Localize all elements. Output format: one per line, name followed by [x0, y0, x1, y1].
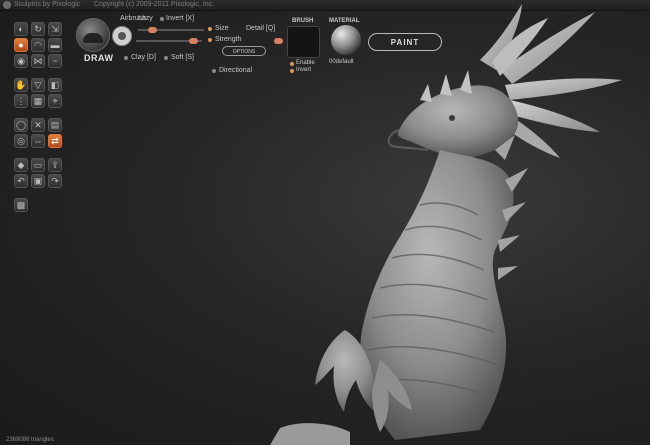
brush-icon[interactable]: ◐	[14, 22, 28, 36]
wireframe-icon[interactable]: ▦	[31, 94, 45, 108]
app-logo-icon	[3, 1, 11, 9]
size-indicator	[208, 27, 212, 31]
reduce-icon[interactable]: ▽	[31, 78, 45, 92]
viewport-sculpt[interactable]	[250, 0, 650, 445]
rotate-icon[interactable]: ↻	[31, 22, 45, 36]
tool-palette: ◐ ↻ ⇲ ● ◠ ▬ ◉ ⋈ ~ ✋ ▽ ◧ ⋮ ▦ ⌖ ◯ ✕ ▤ ◎ ⇔ …	[14, 22, 62, 212]
soft-radio[interactable]	[164, 56, 168, 60]
sculptris-window: Sculptris by Pixologic Copyright (c) 200…	[0, 0, 650, 445]
crease-icon[interactable]: ◠	[31, 38, 45, 52]
brush-name: DRAW	[84, 53, 114, 63]
double-arrow-icon[interactable]: ⇔	[31, 134, 45, 148]
camera-icon[interactable]: ⌖	[48, 94, 62, 108]
strength-indicator	[208, 38, 212, 42]
size-slider-knob[interactable]	[148, 27, 157, 33]
invert-radio[interactable]	[160, 17, 164, 21]
inflate-icon[interactable]: ◉	[14, 54, 28, 68]
size-label: Size	[215, 25, 229, 32]
app-title: Sculptris by Pixologic	[14, 1, 81, 8]
mask-icon[interactable]: ◧	[48, 78, 62, 92]
symmetry-icon[interactable]: ⋮	[14, 94, 28, 108]
directional-radio[interactable]	[212, 69, 216, 73]
cross-icon[interactable]: ✕	[31, 118, 45, 132]
image-icon[interactable]: ▩	[14, 198, 28, 212]
pinch-icon[interactable]: ⋈	[31, 54, 45, 68]
target-icon[interactable]: ◎	[14, 134, 28, 148]
lock-icon[interactable]: ▣	[31, 174, 45, 188]
dragon-model	[270, 4, 622, 445]
undo-icon[interactable]: ↶	[14, 174, 28, 188]
sphere-icon[interactable]: ◯	[14, 118, 28, 132]
strength-slider-knob[interactable]	[189, 38, 198, 44]
smooth-icon[interactable]: ~	[48, 54, 62, 68]
invert-label[interactable]: Invert [X]	[166, 15, 194, 22]
paint-icon[interactable]: ◆	[14, 158, 28, 172]
brush-preview-icon[interactable]	[76, 18, 110, 52]
clay-radio[interactable]	[124, 56, 128, 60]
triangle-count: 2369086 triangles	[6, 437, 54, 443]
clay-label[interactable]: Clay [D]	[131, 54, 156, 61]
redo-icon[interactable]: ↷	[48, 174, 62, 188]
export-icon[interactable]: ⇪	[48, 158, 62, 172]
layer-icon[interactable]: ▭	[31, 158, 45, 172]
scale-icon[interactable]: ⇲	[48, 22, 62, 36]
status-bar: 2369086 triangles	[0, 435, 650, 445]
draw-icon[interactable]: ●	[14, 38, 28, 52]
grab-icon[interactable]: ✋	[14, 78, 28, 92]
lazy-toggle[interactable]: Lazy	[138, 15, 153, 22]
directional-label[interactable]: Directional	[219, 67, 252, 74]
soft-label[interactable]: Soft [S]	[171, 54, 194, 61]
alpha-stamp-icon[interactable]	[112, 26, 132, 46]
flatten-icon[interactable]: ▬	[48, 38, 62, 52]
strength-label: Strength	[215, 36, 242, 43]
copyright-text: Copyright (c) 2009-2011 Pixologic, Inc.	[94, 1, 215, 8]
exchange-icon[interactable]: ⇄	[48, 134, 62, 148]
grid-icon[interactable]: ▤	[48, 118, 62, 132]
